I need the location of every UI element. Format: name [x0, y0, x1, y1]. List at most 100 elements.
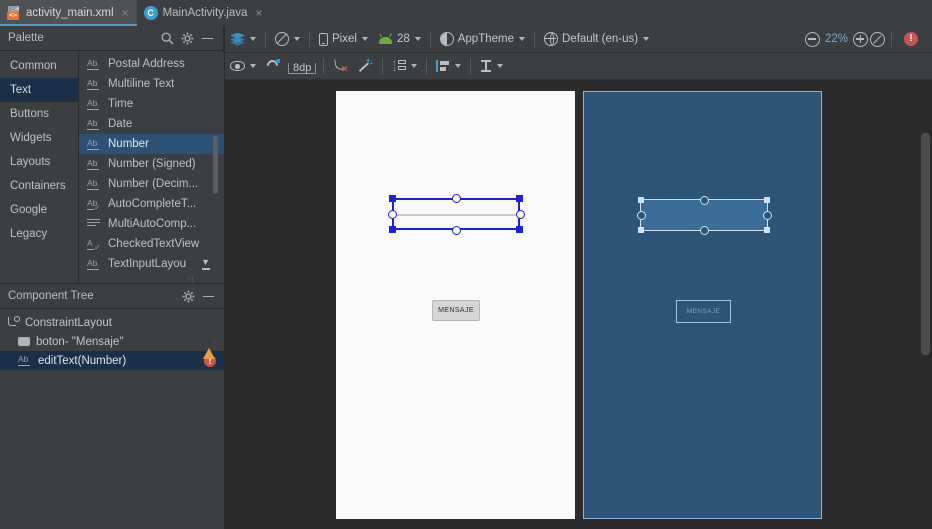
palette-item-number[interactable]: Ab Number — [79, 134, 224, 154]
tree-row-label: boton- "Mensaje" — [36, 335, 124, 348]
palette-item-time[interactable]: Ab Time — [79, 94, 224, 114]
chevron-down-icon — [414, 37, 421, 41]
guidelines-button[interactable] — [475, 55, 508, 77]
palette-category-buttons[interactable]: Buttons — [0, 102, 78, 126]
resize-handle-bottom-right[interactable] — [516, 226, 523, 233]
tree-row-label: ConstraintLayout — [25, 316, 112, 329]
palette-item-autocomplete-textview[interactable]: Ab ✓ AutoCompleteT... — [79, 194, 224, 214]
orientation-button[interactable] — [270, 28, 305, 50]
locale-selector[interactable]: Default (en-us) — [539, 28, 654, 50]
constraint-anchor-top[interactable] — [451, 193, 461, 203]
pack-button[interactable]: ↑ ↓ — [387, 55, 422, 77]
button-icon — [18, 337, 30, 346]
constraint-anchor-top[interactable] — [699, 195, 709, 205]
tree-row-boton-mensaje[interactable]: boton- "Mensaje" ! — [0, 332, 224, 359]
constraint-anchor-bottom[interactable] — [451, 225, 461, 235]
infer-constraints-button[interactable]: ✦ ✦ — [353, 55, 378, 77]
tree-row-label: editText(Number) — [38, 354, 127, 367]
autoconnect-button[interactable] — [261, 55, 285, 77]
palette-item-number-signed[interactable]: Ab Number (Signed) — [79, 154, 224, 174]
download-icon[interactable]: ▼ — [201, 258, 210, 270]
resize-handle-top-left[interactable] — [389, 195, 396, 202]
layers-icon — [230, 32, 245, 46]
palette-item-date[interactable]: Ab Date — [79, 114, 224, 134]
design-surface[interactable]: MENSAJE MENSAJE — [225, 81, 932, 529]
palette-category-containers[interactable]: Containers — [0, 174, 78, 198]
editor-toolbar-constraints: 8dp ✕ ✦ ✦ ↑ ↓ — [225, 53, 932, 80]
pack-icon: ↑ ↓ — [392, 59, 407, 73]
palette-item-multiline-text[interactable]: Ab Multiline Text — [79, 74, 224, 94]
palette-item-list: Ab Postal Address Ab Multiline Text Ab T… — [79, 52, 224, 283]
tab-label: activity_main.xml — [26, 7, 114, 19]
mensaje-button-design[interactable]: MENSAJE — [432, 300, 480, 321]
design-mode-button[interactable] — [225, 28, 261, 50]
error-badge[interactable]: ! — [904, 32, 918, 46]
component-tree-title: Component Tree — [8, 290, 94, 302]
rotate-icon — [275, 32, 289, 46]
chevron-down-icon — [519, 37, 525, 41]
palette-item-number-decimal[interactable]: Ab Number (Decim... — [79, 174, 224, 194]
ab-text-icon: Ab — [87, 58, 101, 71]
api-level-selector[interactable]: 28 — [373, 28, 426, 50]
palette-item-text-input-layout[interactable]: Ab TextInputLayou ▼ — [79, 254, 224, 274]
resize-handle-bottom-right[interactable] — [764, 227, 770, 233]
palette-scrollbar[interactable] — [213, 136, 218, 194]
tree-row-constraintlayout[interactable]: ConstraintLayout — [0, 313, 224, 332]
constraint-anchor-left[interactable] — [387, 209, 397, 219]
edittext-number-widget-blueprint[interactable] — [636, 195, 772, 235]
mensaje-button-blueprint[interactable]: MENSAJE — [676, 300, 731, 323]
resize-handle-top-right[interactable] — [764, 197, 770, 203]
globe-icon — [544, 32, 558, 47]
visibility-button[interactable] — [225, 55, 261, 77]
resize-handle-top-right[interactable] — [516, 195, 523, 202]
tree-row-edittext-number[interactable]: Ab editText(Number) ! — [0, 351, 224, 370]
chevron-down-icon — [497, 64, 504, 68]
palette-item-postal-address[interactable]: Ab Postal Address — [79, 54, 224, 74]
divider — [265, 31, 266, 47]
constraint-anchor-bottom[interactable] — [699, 225, 709, 235]
search-icon[interactable] — [157, 28, 177, 48]
chevron-down-icon — [455, 64, 462, 68]
resize-handle-bottom-left[interactable] — [389, 226, 396, 233]
palette-category-widgets[interactable]: Widgets — [0, 126, 78, 150]
palette-header: Palette — [0, 26, 223, 51]
palette-category-text[interactable]: Text — [0, 78, 78, 102]
gear-icon[interactable] — [177, 28, 197, 48]
resize-handle-bottom-left[interactable] — [638, 227, 644, 233]
palette-category-layouts[interactable]: Layouts — [0, 150, 78, 174]
default-margin-value[interactable]: 8dp — [288, 62, 317, 74]
blueprint-preview[interactable]: MENSAJE — [583, 91, 822, 519]
align-button[interactable] — [431, 55, 466, 77]
palette-title: Palette — [8, 32, 44, 44]
theme-selector[interactable]: AppTheme — [435, 28, 530, 50]
edittext-number-widget-design[interactable] — [387, 193, 525, 235]
palette-category-common[interactable]: Common — [0, 54, 78, 78]
zoom-level: 22% — [824, 33, 848, 45]
constraint-anchor-left[interactable] — [636, 210, 646, 220]
tab-close-icon[interactable]: × — [122, 7, 129, 19]
ab-text-icon: Ab — [87, 138, 101, 151]
minimize-icon[interactable] — [197, 28, 217, 48]
gear-icon[interactable] — [178, 286, 198, 306]
palette-body: Common Text Buttons Widgets Layouts Cont… — [0, 52, 224, 283]
palette-item-checked-textview[interactable]: A ✓ CheckedTextView — [79, 234, 224, 254]
resize-handle-top-left[interactable] — [638, 197, 644, 203]
zoom-reset-icon[interactable] — [870, 31, 885, 47]
palette-category-legacy[interactable]: Legacy — [0, 222, 78, 246]
minimize-icon[interactable] — [198, 286, 218, 306]
zoom-in-icon[interactable] — [853, 31, 868, 47]
zoom-out-icon[interactable] — [804, 31, 820, 47]
tab-close-icon[interactable]: × — [255, 7, 262, 19]
palette-item-multiautocomplete-textview[interactable]: MultiAutoComp... — [79, 214, 224, 234]
device-selector[interactable]: Pixel — [314, 28, 373, 50]
design-preview[interactable]: MENSAJE — [336, 91, 575, 519]
constraint-anchor-right[interactable] — [762, 210, 772, 220]
clear-constraints-button[interactable]: ✕ — [328, 55, 353, 77]
canvas-vertical-scrollbar[interactable] — [921, 133, 930, 355]
tab-activity-main-xml[interactable]: <> activity_main.xml × — [0, 0, 137, 26]
tab-main-activity-java[interactable]: C MainActivity.java × — [137, 0, 271, 26]
palette-item-label: Number — [108, 138, 149, 150]
constraint-anchor-right[interactable] — [515, 209, 525, 219]
palette-category-google[interactable]: Google — [0, 198, 78, 222]
ab-text-icon: Ab — [87, 78, 101, 91]
